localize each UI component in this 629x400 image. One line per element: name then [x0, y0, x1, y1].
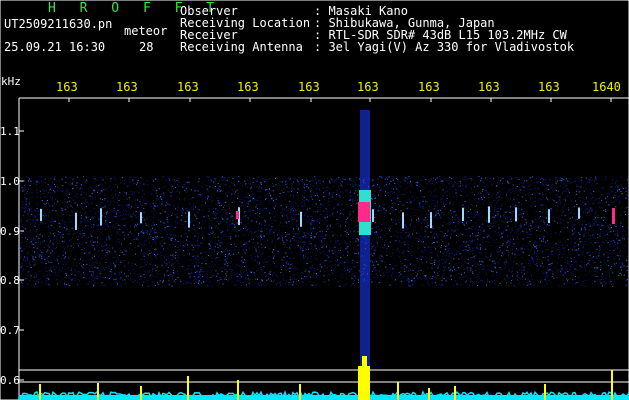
meteor-echo: [372, 209, 374, 222]
meteor-echo: [75, 212, 77, 230]
spectrogram-window: H R O F F T UT2509211630.pn meteor 25.09…: [0, 0, 629, 400]
meteor-echo: [515, 207, 517, 222]
meteor-echo: [100, 208, 102, 226]
echo-column: [360, 110, 370, 370]
echo-core-small: [236, 211, 239, 219]
meteor-echoes: [40, 110, 615, 370]
meteor-echo: [140, 212, 142, 224]
meteor-echo: [488, 206, 490, 223]
meteor-echo: [462, 207, 464, 222]
power-spike-main-peak: [362, 356, 367, 368]
meteor-echo: [578, 207, 580, 219]
meteor-echo: [188, 211, 190, 228]
plot-frame: [0, 0, 629, 400]
power-spike-main: [358, 366, 370, 400]
meteor-echo: [40, 208, 42, 221]
power-floor: [19, 395, 629, 400]
spectrogram-plot: [0, 0, 629, 400]
y-tick-marks: [19, 130, 24, 381]
meteor-echo: [548, 209, 550, 224]
x-tick-marks: [68, 98, 612, 102]
power-trace: [18, 356, 629, 400]
noise-band: [19, 176, 628, 287]
echo-core-small: [612, 208, 615, 224]
meteor-echo: [402, 212, 404, 229]
meteor-echo: [300, 211, 302, 227]
meteor-echo: [430, 212, 432, 229]
echo-core: [358, 202, 370, 222]
